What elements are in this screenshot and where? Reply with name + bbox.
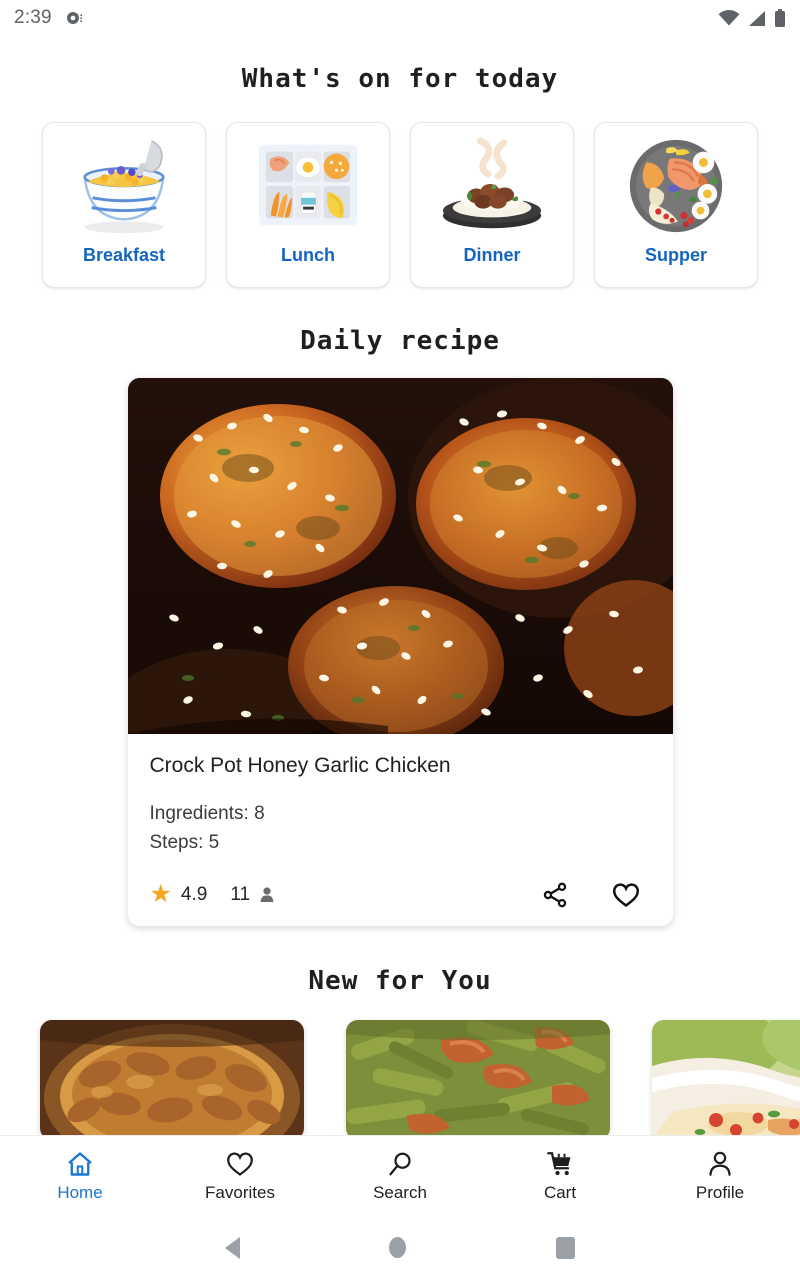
category-label: Breakfast xyxy=(82,245,166,265)
status-bar-right xyxy=(718,8,786,28)
nav-label: Profile xyxy=(695,1182,745,1202)
status-bar: 2:39 xyxy=(0,0,800,36)
category-row: Breakfast Lunch Dinner Supper xyxy=(0,122,800,288)
recents-square-icon[interactable] xyxy=(556,1236,576,1259)
heart-outline-icon xyxy=(227,1152,253,1176)
bottom-navigation: Home Favorites Search Cart Profile xyxy=(0,1135,800,1215)
recipe-rating: ★ 4.9 11 xyxy=(150,882,276,907)
category-card-breakfast[interactable]: Breakfast xyxy=(42,122,206,288)
category-card-supper[interactable]: Supper xyxy=(594,122,758,288)
new-recipe-card[interactable] xyxy=(652,1019,800,1135)
recipe-ingredients: Ingredients: 8 xyxy=(149,803,265,824)
recipe-steps: Steps: 5 xyxy=(149,831,220,853)
category-label: Lunch xyxy=(281,245,335,265)
magnifier-icon xyxy=(389,1152,411,1175)
nav-item-cart[interactable]: Cart xyxy=(480,1149,640,1203)
category-label: Supper xyxy=(644,245,707,265)
rating-count: 11 xyxy=(230,883,251,905)
chicken-casserole-photo xyxy=(652,1019,800,1135)
camera-notification-icon xyxy=(66,12,82,24)
status-time: 2:39 xyxy=(14,7,52,28)
new-for-you-row[interactable] xyxy=(0,1019,800,1135)
status-bar-left: 2:39 xyxy=(14,7,84,29)
recipe-title: Crock Pot Honey Garlic Chicken xyxy=(149,754,451,777)
system-navigation-bar xyxy=(0,1215,800,1280)
bento-box-icon xyxy=(258,144,358,226)
section-title-today: What's on for today xyxy=(241,64,559,94)
section-title-new: New for You xyxy=(308,965,492,996)
nav-item-profile[interactable]: Profile xyxy=(640,1149,800,1203)
pecan-pie-photo xyxy=(40,1019,304,1135)
recipe-footer: ★ 4.9 11 xyxy=(150,880,651,910)
daily-recipe-card[interactable]: Crock Pot Honey Garlic Chicken Ingredien… xyxy=(127,378,673,926)
recipe-meta: Ingredients: 8 Steps: 5 xyxy=(150,800,651,858)
heart-outline-icon[interactable] xyxy=(611,880,641,910)
daily-recipe-body: Crock Pot Honey Garlic Chicken Ingredien… xyxy=(128,734,673,926)
home-icon xyxy=(68,1151,92,1176)
section-title-daily: Daily recipe xyxy=(300,326,500,356)
steaming-meat-plate-icon xyxy=(442,137,542,229)
nav-item-home[interactable]: Home xyxy=(0,1149,160,1203)
new-recipe-card[interactable] xyxy=(346,1019,610,1135)
rating-value: 4.9 xyxy=(180,883,208,905)
nav-label: Home xyxy=(57,1182,103,1202)
scroll-content[interactable]: What's on for today Breakfast Lunch Dinn… xyxy=(0,36,800,1135)
battery-icon xyxy=(775,8,785,27)
home-circle-icon[interactable] xyxy=(389,1237,407,1258)
nav-label: Search xyxy=(373,1182,427,1202)
person-icon xyxy=(260,887,274,903)
category-label: Dinner xyxy=(463,245,521,265)
back-triangle-icon[interactable] xyxy=(224,1236,240,1259)
cellular-signal-icon xyxy=(749,10,765,26)
share-icon[interactable] xyxy=(541,881,569,909)
category-card-lunch[interactable]: Lunch xyxy=(226,122,390,288)
green-beans-with-bacon-photo xyxy=(346,1019,610,1135)
salmon-platter-icon xyxy=(629,139,723,233)
category-card-dinner[interactable]: Dinner xyxy=(410,122,574,288)
daily-recipe-image xyxy=(127,378,673,734)
recipe-actions xyxy=(541,880,651,910)
person-icon xyxy=(709,1151,731,1176)
wifi-icon xyxy=(718,9,740,25)
nav-label: Favorites xyxy=(205,1182,275,1202)
nav-item-favorites[interactable]: Favorites xyxy=(160,1149,320,1203)
shopping-cart-icon xyxy=(547,1151,571,1175)
cereal-bowl-icon xyxy=(83,140,165,234)
star-icon: ★ xyxy=(149,880,172,909)
new-recipe-card[interactable] xyxy=(40,1019,304,1135)
app-screen: 2:39 What's on for today Breakfast Lunch… xyxy=(0,0,800,1280)
nav-item-search[interactable]: Search xyxy=(320,1149,480,1203)
nav-label: Cart xyxy=(543,1182,577,1202)
